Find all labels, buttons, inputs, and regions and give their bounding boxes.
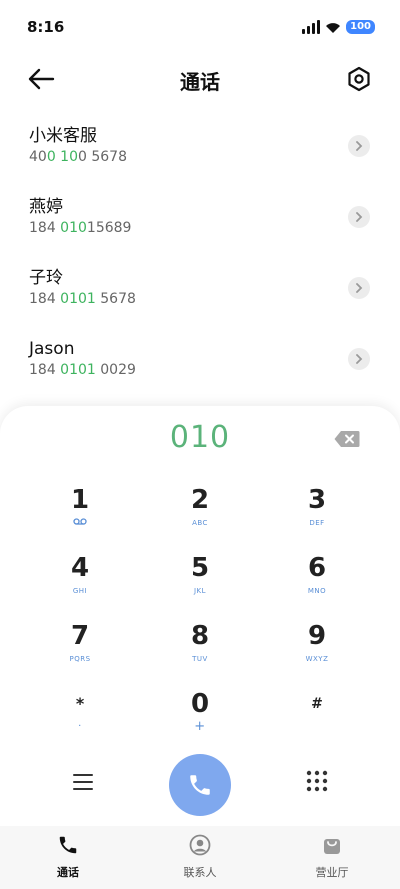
shopping-bag-icon [324,839,340,854]
key-4[interactable]: 4 GHI [25,552,135,612]
phone-icon [190,775,210,795]
key-5[interactable]: 5 JKL [145,552,255,612]
key-0[interactable]: 0 + [145,688,255,748]
menu-icon[interactable] [72,772,94,792]
bottom-nav: 通话 联系人 营业厅 [0,826,400,889]
chevron-right-icon[interactable] [348,277,370,299]
key-9[interactable]: 9 WXYZ [262,620,372,680]
backspace-icon[interactable] [334,430,360,448]
chevron-right-icon[interactable] [348,135,370,157]
key-8[interactable]: 8 TUV [145,620,255,680]
contact-item[interactable]: 小米客服 400 100 5678 [0,118,400,189]
key-7[interactable]: 7 PQRS [25,620,135,680]
settings-icon[interactable] [346,66,372,92]
phone-screen: 8:16 100 通话 小米客服 400 100 5678 燕婷 184 010… [0,0,400,889]
contact-name: 子玲 [29,268,63,288]
contact-name: 小米客服 [29,126,97,146]
chevron-right-icon[interactable] [348,206,370,228]
signal-icon [302,20,321,34]
tab-contacts[interactable]: 联系人 [150,834,250,880]
contact-name: 燕婷 [29,197,63,217]
tab-calls[interactable]: 通话 [18,834,118,880]
key-star[interactable]: * · [25,688,135,748]
dialpad-sheet: 010 1 2 ABC 3 DEF 4 GHI 5 JKL 6 MNO 7 PQ… [0,406,400,826]
contact-number: 184 0101 0029 [29,362,136,378]
key-6[interactable]: 6 MNO [262,552,372,612]
chevron-right-icon[interactable] [348,348,370,370]
tab-contacts-label: 联系人 [183,866,217,879]
contact-name: Jason [29,339,75,359]
battery-icon: 100 [346,20,375,34]
page-title: 通话 [180,70,220,94]
header: 通话 [0,56,400,102]
contact-list: 小米客服 400 100 5678 燕婷 184 01015689 子玲 184… [0,118,400,402]
status-icons: 100 [302,20,375,34]
status-time: 8:16 [27,18,65,36]
contact-item[interactable]: 子玲 184 0101 5678 [0,260,400,331]
contact-number: 400 100 5678 [29,149,127,165]
voicemail-icon [25,518,135,528]
dial-actions [0,754,400,818]
contact-number: 184 01015689 [29,220,132,236]
status-bar: 8:16 100 [0,0,400,56]
key-3[interactable]: 3 DEF [262,484,372,544]
key-1[interactable]: 1 [25,484,135,544]
contact-item[interactable]: 燕婷 184 01015689 [0,189,400,260]
tab-service-hall-label: 营业厅 [315,866,349,879]
contact-number: 184 0101 5678 [29,291,136,307]
call-button[interactable] [169,754,231,816]
contacts-icon [189,834,211,856]
contact-item[interactable]: Jason 184 0101 0029 [0,331,400,402]
key-2[interactable]: 2 ABC [145,484,255,544]
dialpad-grid-icon[interactable] [306,770,328,792]
key-hash[interactable]: # [262,688,372,748]
phone-icon [59,836,77,854]
tab-calls-label: 通话 [57,866,79,879]
tab-service-hall[interactable]: 营业厅 [282,834,382,880]
wifi-icon [326,22,341,33]
